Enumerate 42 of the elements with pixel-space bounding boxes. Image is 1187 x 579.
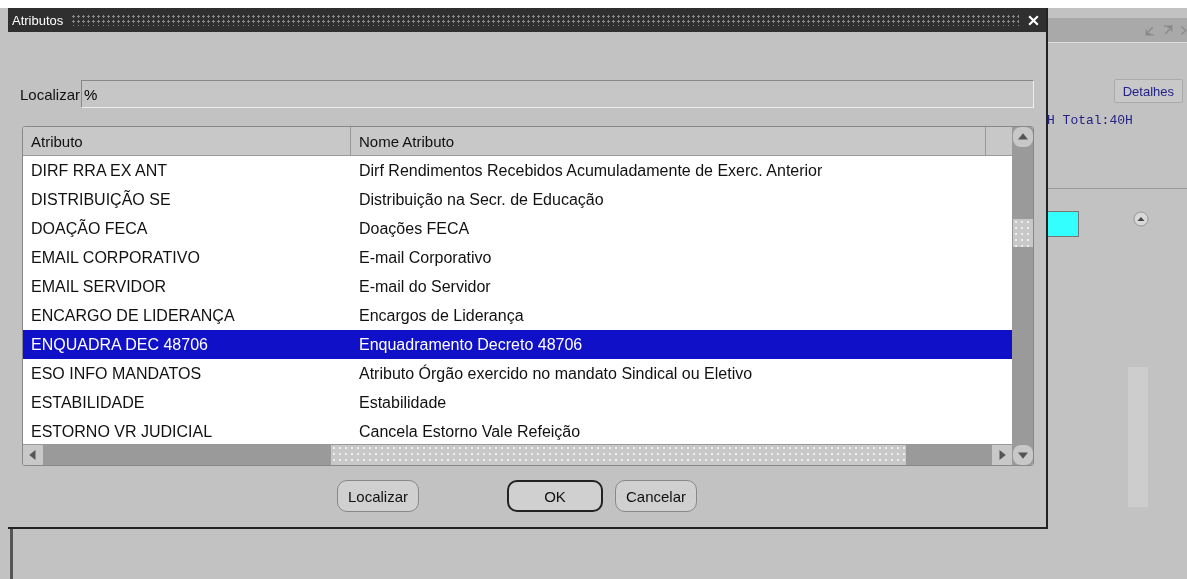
scroll-up-icon[interactable] xyxy=(1013,127,1033,147)
table-cell-text: Atributo Órgão exercido no mandato Sindical ou Eletivo xyxy=(358,364,754,383)
table-cell-text: EMAIL SERVIDOR xyxy=(30,277,168,296)
table-cell-text: Estabilidade xyxy=(358,393,448,412)
table-cell-text: DOAÇÃO FECA xyxy=(30,219,149,238)
table-cell-text: E-mail do Servidor xyxy=(358,277,492,296)
summary-text: H Total:40H xyxy=(1047,113,1133,128)
dialog-button[interactable]: OK xyxy=(507,480,603,512)
table-cell-text: ESTORNO VR JUDICIAL xyxy=(30,422,214,441)
table-cell-text: Encargos de Liderança xyxy=(358,306,525,325)
dialog-button[interactable]: Cancelar xyxy=(615,480,698,512)
details-button[interactable]: Detalhes xyxy=(1113,79,1183,103)
table-cell-text: EMAIL CORPORATIVO xyxy=(30,248,201,267)
scroll-up-icon[interactable] xyxy=(1133,211,1149,227)
table-cell-text: E-mail Corporativo xyxy=(358,248,493,267)
input-field[interactable] xyxy=(1047,211,1079,237)
scroll-thumb[interactable] xyxy=(1013,219,1033,247)
table-cell-text: DIRF RRA EX ANT xyxy=(30,161,169,180)
scroll-right-icon[interactable] xyxy=(992,445,1012,465)
scroll-left-icon[interactable] xyxy=(23,445,43,465)
table-cell-text: ENQUADRA DEC 48706 xyxy=(30,335,209,354)
search-label: Localizar xyxy=(20,85,81,103)
dialog-title: Atributos xyxy=(12,12,64,28)
selected-row[interactable]: ENQUADRA DEC 48706 Enquadramento Decreto 48706 xyxy=(23,330,1012,359)
table-cell-text: Distribuição na Secr. de Educação xyxy=(358,190,605,209)
search-field[interactable]: % xyxy=(81,80,1034,108)
table-cell-text: ESO INFO MANDATOS xyxy=(30,364,203,383)
column-header[interactable]: Atributo xyxy=(23,127,351,155)
close-icon[interactable] xyxy=(1027,13,1040,27)
scroll-down-icon[interactable] xyxy=(1013,445,1033,465)
table-cell-text: Dirf Rendimentos Recebidos Acumuladamente de Exerc. Anterior xyxy=(358,161,824,180)
dialog-button[interactable]: Localizar xyxy=(336,480,419,512)
table-cell-text: Doações FECA xyxy=(358,219,471,238)
horizontal-scrollbar[interactable] xyxy=(23,444,1012,465)
table-cell-text: Cancela Estorno Vale Refeição xyxy=(358,422,582,441)
vertical-scrollbar[interactable] xyxy=(1012,127,1033,465)
scroll-thumb[interactable] xyxy=(331,445,906,465)
table-cell-text: DISTRIBUIÇÃO SE xyxy=(30,190,172,209)
table-cell-text: Enquadramento Decreto 48706 xyxy=(358,335,584,354)
column-header[interactable]: Nome Atributo xyxy=(351,127,986,155)
table-cell-text: ESTABILIDADE xyxy=(30,393,146,412)
table-cell-text: ENCARGO DE LIDERANÇA xyxy=(30,306,236,325)
